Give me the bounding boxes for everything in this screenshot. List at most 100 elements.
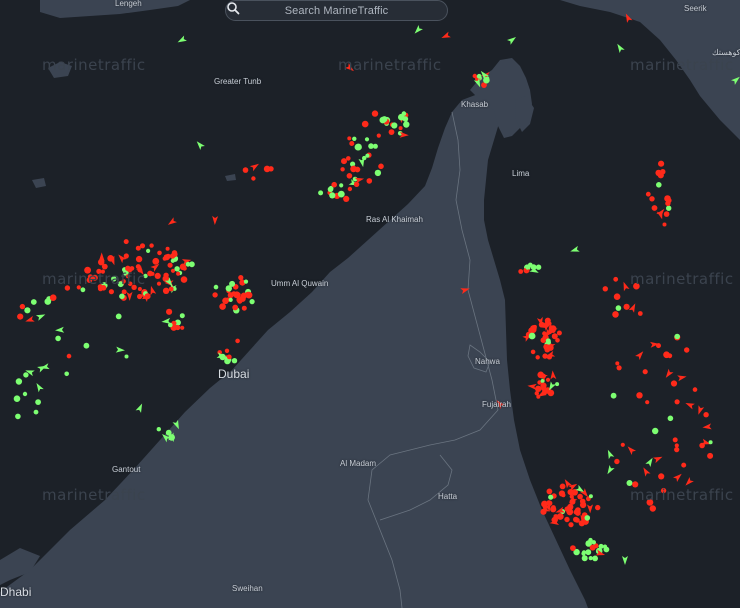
vessel-marker[interactable] [663,211,670,217]
vessel-marker[interactable] [546,488,553,495]
vessel-marker[interactable] [525,265,530,270]
vessel-marker[interactable] [613,276,619,282]
vessel-arrow-icon[interactable] [115,346,125,354]
vessel-marker[interactable] [584,515,591,521]
vessel-marker[interactable] [472,73,477,79]
vessel-marker[interactable] [329,192,336,199]
vessel-marker[interactable] [645,400,650,405]
vessel-marker[interactable] [157,250,162,256]
vessel-marker[interactable] [535,385,542,392]
vessel-marker[interactable] [585,549,592,556]
vessel-marker[interactable] [556,330,562,336]
vessel-marker[interactable] [349,141,355,146]
vessel-marker[interactable] [567,489,574,496]
vessel-marker[interactable] [243,279,249,284]
vessel-arrow-icon[interactable] [731,74,740,85]
vessel-marker[interactable] [588,494,593,499]
vessel-marker[interactable] [649,505,656,512]
vessel-marker[interactable] [581,551,586,556]
vessel-marker[interactable] [614,458,620,465]
vessel-marker[interactable] [327,186,334,193]
vessel-arrow-icon[interactable] [587,504,594,514]
vessel-marker[interactable] [219,303,226,310]
vessel-marker[interactable] [657,172,664,179]
vessel-marker[interactable] [674,399,680,405]
vessel-marker[interactable] [64,371,69,377]
vessel-marker[interactable] [642,369,648,375]
vessel-marker[interactable] [365,153,370,158]
vessel-marker[interactable] [226,354,232,360]
vessel-arrow-icon[interactable] [677,374,687,382]
vessel-marker[interactable] [666,205,672,211]
vessel-marker[interactable] [144,293,151,300]
vessel-arrow-icon[interactable] [653,454,664,464]
vessel-marker[interactable] [547,389,555,397]
vessel-marker[interactable] [672,437,678,443]
vessel-marker[interactable] [340,167,345,172]
map-view[interactable]: marinetraffic marinetraffic marinetraffi… [0,0,740,608]
vessel-marker[interactable] [179,313,185,319]
vessel-marker[interactable] [551,505,556,510]
vessel-marker[interactable] [17,313,24,320]
vessel-marker[interactable] [268,166,274,172]
vessel-marker[interactable] [623,303,630,310]
vessel-marker[interactable] [573,516,579,523]
vessel-marker[interactable] [135,245,141,251]
vessel-marker[interactable] [251,176,256,181]
vessel-marker[interactable] [23,372,29,378]
vessel-marker[interactable] [172,251,178,258]
vessel-marker[interactable] [476,73,482,79]
vessel-marker[interactable] [154,272,161,279]
vessel-marker[interactable] [115,313,122,320]
vessel-marker[interactable] [570,545,576,551]
vessel-arrow-icon[interactable] [412,25,423,36]
vessel-marker[interactable] [49,294,57,302]
vessel-marker[interactable] [567,510,573,516]
vessel-marker[interactable] [149,243,154,248]
vessel-marker[interactable] [361,120,369,128]
vessel-arrow-icon[interactable] [684,400,695,410]
vessel-marker[interactable] [176,271,181,276]
vessel-marker[interactable] [213,284,219,290]
vessel-marker[interactable] [233,291,241,299]
vessel-marker[interactable] [13,395,21,403]
vessel-marker[interactable] [670,380,678,387]
vessel-arrow-icon[interactable] [34,381,44,393]
vessel-marker[interactable] [66,353,72,359]
vessel-arrow-icon[interactable] [507,35,518,45]
vessel-marker[interactable] [543,321,550,328]
vessel-arrow-icon[interactable] [35,312,47,321]
vessel-arrow-icon[interactable] [605,449,615,460]
vessel-marker[interactable] [24,307,31,314]
vessel-marker[interactable] [613,293,621,301]
vessel-marker[interactable] [568,522,574,528]
vessel-marker[interactable] [663,351,670,359]
vessel-marker[interactable] [707,452,714,459]
vessel-marker[interactable] [337,190,345,198]
vessel-marker[interactable] [530,326,537,333]
vessel-marker[interactable] [162,256,167,261]
vessel-marker[interactable] [242,167,249,173]
vessel-marker[interactable] [346,173,353,179]
vessel-marker[interactable] [559,483,566,490]
vessel-marker[interactable] [615,305,622,311]
vessel-marker[interactable] [346,156,351,161]
vessel-marker[interactable] [699,442,705,449]
vessel-marker[interactable] [528,332,536,340]
vessel-marker[interactable] [708,440,713,445]
vessel-marker[interactable] [665,200,671,207]
vessel-arrow-icon[interactable] [176,35,187,45]
vessel-marker[interactable] [692,387,698,392]
vessel-marker[interactable] [612,311,619,318]
vessel-arrow-icon[interactable] [635,349,645,360]
vessel-marker[interactable] [179,263,187,271]
vessel-marker[interactable] [388,129,395,136]
vessel-marker[interactable] [684,347,690,353]
vessel-marker[interactable] [366,178,373,184]
vessel-marker[interactable] [165,246,170,251]
vessel-marker[interactable] [55,335,61,342]
vessel-marker[interactable] [19,303,26,310]
vessel-marker[interactable] [555,338,560,343]
vessel-marker[interactable] [245,291,251,297]
vessel-marker[interactable] [123,239,129,245]
